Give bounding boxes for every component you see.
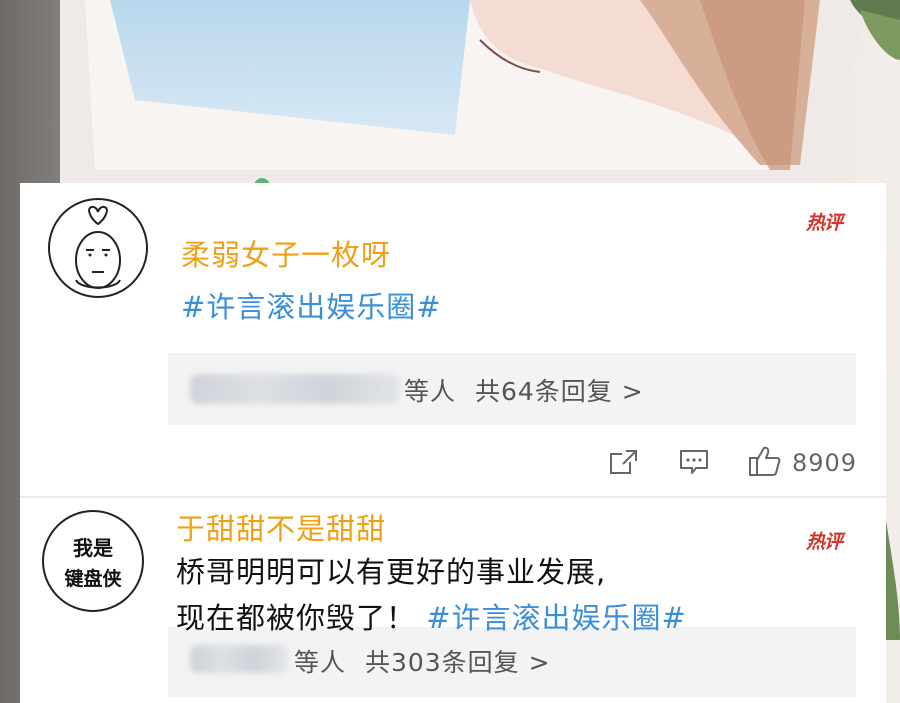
- replies-suffix-label: 等人: [404, 377, 457, 406]
- replies-summary[interactable]: 等人 共64条回复 >: [404, 372, 644, 408]
- comment-icon[interactable]: [678, 448, 710, 476]
- comment-text-line1: 桥哥明明可以有更好的事业发展,: [176, 555, 607, 589]
- user-avatar[interactable]: [48, 198, 148, 298]
- hashtag-link[interactable]: #许言滚出娱乐圈#: [426, 601, 687, 635]
- comment-username[interactable]: 柔弱女子一枚呀: [181, 232, 391, 274]
- comment-text: #许言滚出娱乐圈#: [181, 284, 442, 331]
- thumbs-up-icon[interactable]: [748, 444, 782, 478]
- hot-comment-badge: 热评: [806, 212, 843, 234]
- comment-text-body: 现在都被你毁了！: [176, 601, 417, 635]
- blurred-reply-usernames: [190, 374, 400, 404]
- like-count: 8909: [792, 449, 858, 477]
- meme-face-avatar-icon: [75, 206, 121, 289]
- avatar-text-line1: 我是: [73, 536, 113, 560]
- avatar-text-line2: 键盘侠: [64, 568, 122, 590]
- replies-suffix-label: 等人: [294, 648, 347, 677]
- replies-count-link[interactable]: 共303条回复 >: [365, 648, 551, 677]
- replies-summary[interactable]: 等人 共303条回复 >: [294, 643, 551, 679]
- comment-username[interactable]: 于甜甜不是甜甜: [176, 506, 386, 548]
- comment-text-line2: 现在都被你毁了！ #许言滚出娱乐圈#: [176, 595, 687, 642]
- hashtag-link[interactable]: #许言滚出娱乐圈#: [181, 290, 442, 324]
- user-avatar[interactable]: 我是 键盘侠: [42, 510, 144, 612]
- share-icon[interactable]: [608, 448, 640, 476]
- hot-comment-badge: 热评: [806, 531, 843, 553]
- replies-count-link[interactable]: 共64条回复 >: [475, 377, 644, 406]
- blurred-reply-usernames: [190, 645, 288, 673]
